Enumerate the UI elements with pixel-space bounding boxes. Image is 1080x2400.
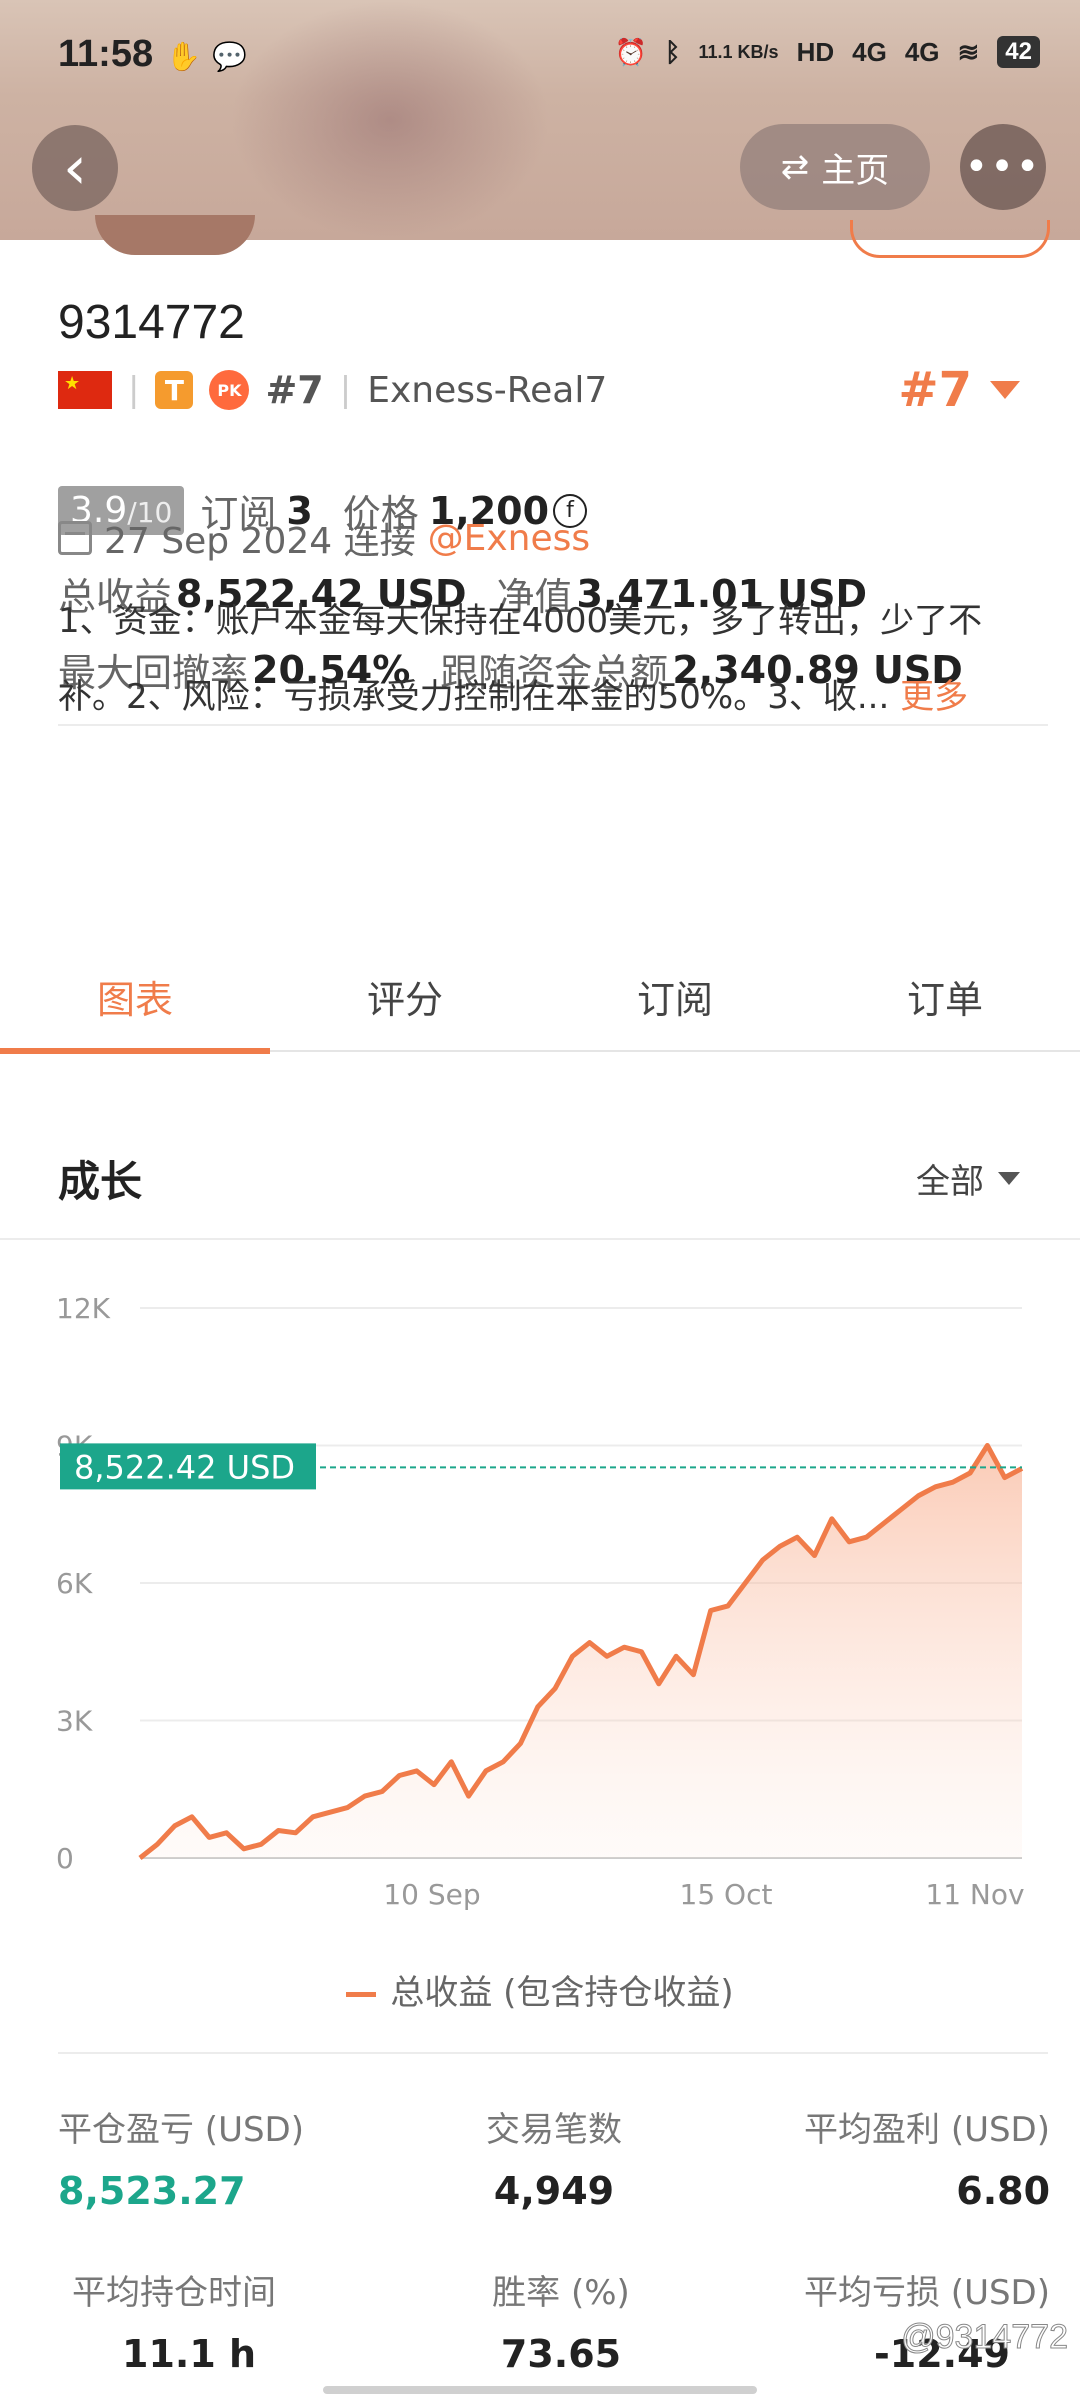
swap-icon: ⇄ — [780, 147, 810, 187]
status-bar: 11:58 ✋ 💬 ⏰ ᛒ 11.1 KB/s HD 4G 4G ≋ 42 — [0, 0, 1080, 115]
home-button-label: 主页 — [821, 150, 890, 191]
y-tick-label: 0 — [56, 1842, 74, 1875]
chat-icon: 💬 — [212, 40, 247, 73]
section-title: 成长 — [58, 1157, 143, 1206]
legend-label: 总收益 (包含持仓收益) — [390, 1973, 734, 2013]
summary-value: 11.1 h — [122, 2332, 257, 2376]
summary-cell: 平均持仓时间 11.1 h — [40, 2265, 398, 2376]
network-speed: 11.1 KB/s — [698, 42, 779, 62]
server-name: Exness-Real7 — [367, 369, 608, 411]
summary-label: 交易笔数 — [486, 2110, 622, 2150]
calendar-icon — [58, 521, 92, 555]
growth-section-header: 成长 全部 — [0, 1112, 1080, 1240]
bluetooth-icon: ᛒ — [664, 36, 681, 67]
watermark: @9314772 — [901, 2318, 1069, 2357]
rank-small: #7 — [265, 368, 324, 412]
summary-label: 胜率 (%) — [492, 2273, 630, 2313]
more-dots-icon: ••• — [964, 144, 1042, 190]
china-flag-icon — [58, 371, 112, 409]
connection-date: 27 Sep 2024 连接 — [104, 521, 416, 562]
battery-indicator: 42 — [997, 36, 1040, 68]
y-tick-label: 12K — [56, 1292, 111, 1325]
tab-chart[interactable]: 图表 — [0, 960, 270, 1054]
chart-legend: 总收益 (包含持仓收益) — [0, 1965, 1080, 2014]
summary-label: 平均亏损 (USD) — [804, 2273, 1050, 2313]
divider-bar: | — [128, 370, 140, 410]
tab-bar: 图表 评分 订阅 订单 — [0, 960, 1080, 1054]
x-tick-label: 11 Nov — [925, 1878, 1024, 1911]
avatar[interactable] — [95, 215, 255, 255]
connection-row: 27 Sep 2024 连接 @Exness — [58, 512, 590, 564]
tab-orders[interactable]: 订单 — [810, 960, 1080, 1050]
summary-label: 平均持仓时间 — [72, 2273, 276, 2313]
x-tick-label: 15 Oct — [680, 1878, 773, 1911]
summary-value: 73.65 — [500, 2332, 622, 2376]
chevron-down-icon — [990, 381, 1020, 399]
rank-big-value: #7 — [898, 362, 972, 418]
legend-swatch — [346, 1992, 377, 1997]
strategy-description: 1、资金：账户本金每天保持在4000美元，多了转出，少了不补。2、风险：亏损承受… — [58, 583, 1038, 735]
t-badge-icon: T — [155, 371, 194, 409]
summary-label: 平仓盈亏 (USD) — [58, 2110, 304, 2150]
divider — [58, 2052, 1048, 2054]
y-axis-ticks: 12K9K6K3K0 — [56, 1292, 111, 1875]
alarm-icon: ⏰ — [614, 36, 647, 67]
summary-cell: 平仓盈亏 (USD) 8,523.27 — [40, 2102, 389, 2213]
signal-4g-1: 4G — [852, 36, 887, 67]
summary-cell: 交易笔数 4,949 — [389, 2102, 720, 2213]
summary-cell: 胜率 (%) 73.65 — [398, 2265, 724, 2376]
more-link[interactable]: 更多 — [900, 677, 968, 717]
tab-subscribe[interactable]: 订阅 — [540, 960, 810, 1050]
back-button[interactable]: ‹ — [32, 125, 118, 211]
range-label: 全部 — [916, 1162, 984, 1202]
signal-4g-2: 4G — [904, 36, 940, 67]
summary-value: 6.80 — [956, 2169, 1051, 2213]
more-button[interactable]: ••• — [960, 124, 1046, 210]
summary-label: 平均盈利 (USD) — [804, 2110, 1051, 2150]
summary-row-1: 平仓盈亏 (USD) 8,523.27 交易笔数 4,949 平均盈利 (USD… — [40, 2102, 1050, 2213]
chevron-down-icon — [998, 1172, 1020, 1185]
account-id: 9314772 — [58, 296, 245, 349]
x-axis-ticks: 10 Sep 15 Oct 11 Nov — [383, 1878, 1024, 1911]
follow-button[interactable] — [850, 220, 1050, 258]
y-tick-label: 3K — [56, 1705, 93, 1738]
hand-icon: ✋ — [166, 40, 201, 73]
rank-dropdown[interactable]: #7 — [898, 362, 1020, 418]
x-tick-label: 10 Sep — [383, 1878, 480, 1911]
wifi-icon: ≋ — [957, 36, 980, 67]
growth-chart: 12K9K6K3K0 10 Sep15 Oct11 Nov 8,522.42 U… — [56, 1292, 1025, 1911]
description-text: 1、资金：账户本金每天保持在4000美元，多了转出，少了不补。2、风险：亏损承受… — [58, 601, 983, 717]
summary-row-2: 平均持仓时间 11.1 h 胜率 (%) 73.65 平均亏损 (USD) -1… — [40, 2265, 1050, 2376]
divider-bar: | — [339, 370, 352, 410]
status-time: 11:58 — [58, 33, 154, 75]
tab-rating[interactable]: 评分 — [270, 960, 540, 1050]
home-indicator[interactable] — [323, 2386, 757, 2394]
hd-icon: HD — [796, 36, 835, 67]
home-button[interactable]: ⇄ 主页 — [740, 124, 930, 210]
y-tick-label: 6K — [56, 1567, 93, 1600]
broker-link[interactable]: @Exness — [428, 518, 591, 559]
pk-fire-icon[interactable]: PK — [209, 370, 250, 410]
status-right: ⏰ ᛒ 11.1 KB/s HD 4G 4G ≋ 42 — [615, 36, 1040, 68]
range-selector[interactable]: 全部 — [916, 1154, 1020, 1203]
back-arrow-icon: ‹ — [63, 133, 87, 203]
summary-value: 8,523.27 — [58, 2169, 246, 2213]
current-value-label: 8,522.42 USD — [74, 1448, 295, 1486]
summary-value: 4,949 — [493, 2169, 615, 2213]
meta-row: | T PK #7 | Exness-Real7 — [58, 368, 607, 412]
summary-cell: 平均盈利 (USD) 6.80 — [719, 2102, 1050, 2213]
